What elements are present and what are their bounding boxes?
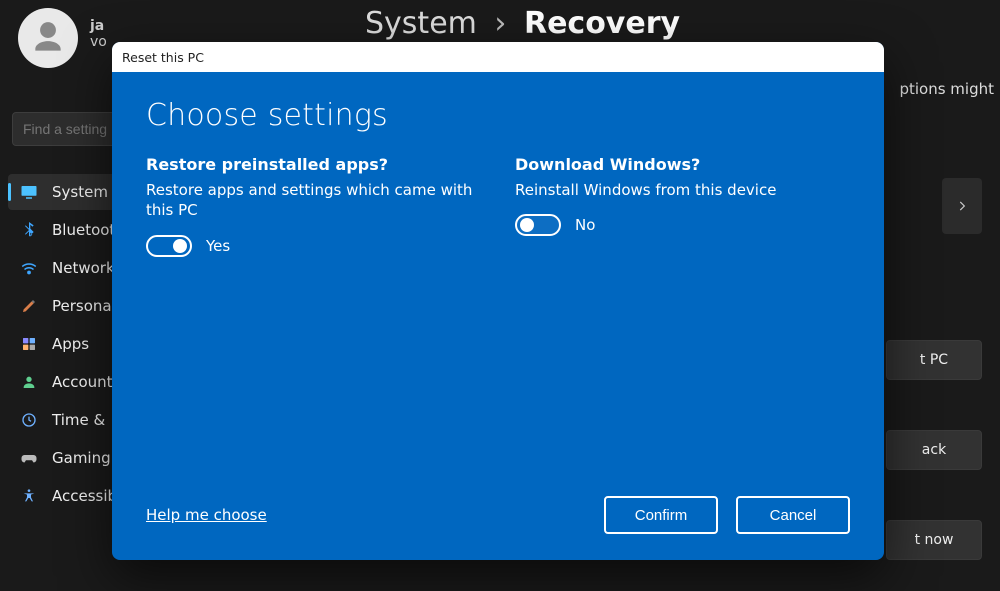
expand-card-chevron[interactable] (942, 178, 982, 234)
option-restore-apps: Restore preinstalled apps? Restore apps … (146, 155, 481, 257)
option-description: Reinstall Windows from this device (515, 180, 850, 200)
wifi-icon (20, 259, 38, 277)
confirm-button[interactable]: Confirm (604, 496, 718, 534)
display-icon (20, 183, 38, 201)
restore-apps-toggle[interactable] (146, 235, 192, 257)
button-label-fragment: t PC (920, 352, 948, 368)
gamepad-icon (20, 449, 38, 467)
download-windows-toggle[interactable] (515, 214, 561, 236)
avatar[interactable] (18, 8, 78, 68)
chevron-right-icon (955, 199, 969, 213)
user-name-line1: ja (90, 18, 107, 34)
breadcrumb-parent[interactable]: System (365, 6, 477, 41)
option-description: Restore apps and settings which came wit… (146, 180, 481, 221)
sidebar-item-label: Time & (52, 411, 105, 429)
chevron-right-icon: › (494, 6, 506, 41)
help-me-choose-link[interactable]: Help me choose (146, 506, 267, 524)
user-name-block: ja vo (90, 18, 107, 50)
breadcrumb: System › Recovery (365, 6, 680, 41)
paintbrush-icon (20, 297, 38, 315)
button-label-fragment: ack (922, 442, 946, 458)
toggle-value-label: No (575, 216, 595, 234)
sidebar-item-label: Personal (52, 297, 116, 315)
restart-now-button[interactable]: t now (886, 520, 982, 560)
toggle-knob (520, 218, 534, 232)
user-name-line2: vo (90, 34, 107, 50)
clock-icon (20, 411, 38, 429)
dialog-titlebar: Reset this PC (112, 42, 884, 72)
breadcrumb-current: Recovery (524, 6, 680, 41)
bluetooth-icon (20, 221, 38, 239)
info-banner-tail: ptions might (899, 80, 994, 98)
settings-window: ja vo System › Recovery ptions might Sys… (0, 0, 1000, 591)
dialog-heading: Choose settings (146, 98, 850, 133)
sidebar-item-label: Network (52, 259, 115, 277)
go-back-button[interactable]: ack (886, 430, 982, 470)
toggle-knob (173, 239, 187, 253)
option-question: Restore preinstalled apps? (146, 155, 481, 174)
accessibility-icon (20, 487, 38, 505)
sidebar-item-label: Apps (52, 335, 89, 353)
sidebar-item-label: Account (52, 373, 113, 391)
button-label-fragment: t now (915, 532, 954, 548)
dialog-title: Reset this PC (122, 50, 204, 65)
person-icon (29, 19, 67, 57)
reset-pc-button[interactable]: t PC (886, 340, 982, 380)
sidebar-item-label: Gaming (52, 449, 111, 467)
sidebar-item-label: System (52, 183, 108, 201)
reset-pc-dialog: Reset this PC Choose settings Restore pr… (112, 42, 884, 560)
person-icon (20, 373, 38, 391)
option-download-windows: Download Windows? Reinstall Windows from… (515, 155, 850, 257)
cancel-button[interactable]: Cancel (736, 496, 850, 534)
option-question: Download Windows? (515, 155, 850, 174)
toggle-value-label: Yes (206, 237, 230, 255)
apps-icon (20, 335, 38, 353)
